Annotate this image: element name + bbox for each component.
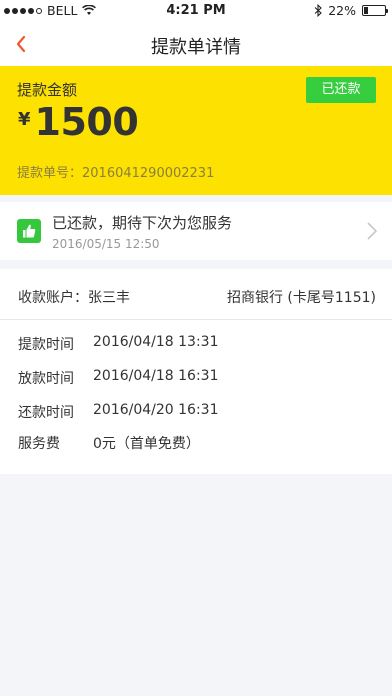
amount-label: 提款金额 <box>17 81 78 99</box>
status-bar: BELL 4:21 PM 22% <box>0 0 392 22</box>
bluetooth-icon <box>314 4 323 17</box>
status-badge: 已还款 <box>306 77 376 103</box>
detail-value: 2016/04/18 16:31 <box>93 368 219 384</box>
amount-number: 1500 <box>34 100 139 144</box>
order-number: 提款单号：2016041290002231 <box>17 166 215 181</box>
repaid-notice[interactable]: 已还款，期待下次为您服务 2016/05/15 12:50 <box>0 202 392 260</box>
chevron-right-icon <box>367 222 378 240</box>
thumbs-up-icon <box>17 219 41 243</box>
detail-key: 还款时间 <box>18 405 74 421</box>
detail-value: 2016/04/18 13:31 <box>93 334 219 350</box>
detail-row-loan-time: 放款时间 2016/04/18 16:31 <box>18 368 219 388</box>
detail-row-repay-time: 还款时间 2016/04/20 16:31 <box>18 402 219 422</box>
nav-bar: 提款单详情 <box>0 22 392 66</box>
page-title: 提款单详情 <box>151 37 241 58</box>
amount-value: ¥ 1500 <box>18 100 139 144</box>
status-right: 22% <box>314 3 388 18</box>
detail-value: 0元（首单免费） <box>93 436 200 452</box>
battery-fill <box>364 7 369 14</box>
currency-symbol: ¥ <box>18 109 31 130</box>
detail-section: 收款账户：张三丰 招商银行 (卡尾号1151) 提款时间 2016/04/18 … <box>0 269 392 474</box>
detail-row-service-fee: 服务费 0元（首单免费） <box>18 433 200 453</box>
notice-message: 已还款，期待下次为您服务 <box>52 214 233 232</box>
detail-row-withdraw-time: 提款时间 2016/04/18 13:31 <box>18 334 219 354</box>
account-row: 收款账户：张三丰 招商银行 (卡尾号1151) <box>0 269 392 320</box>
detail-key: 放款时间 <box>18 371 74 387</box>
battery-percent: 22% <box>328 3 356 18</box>
battery-icon <box>362 5 388 16</box>
amount-card: 提款金额 ¥ 1500 已还款 提款单号：2016041290002231 <box>0 66 392 195</box>
detail-value: 2016/04/20 16:31 <box>93 402 219 418</box>
notice-time: 2016/05/15 12:50 <box>52 237 160 251</box>
account-label: 收款账户：张三丰 <box>18 290 130 306</box>
detail-key: 提款时间 <box>18 337 74 353</box>
bank-info: 招商银行 (卡尾号1151) <box>226 290 376 306</box>
detail-key: 服务费 <box>18 436 60 452</box>
